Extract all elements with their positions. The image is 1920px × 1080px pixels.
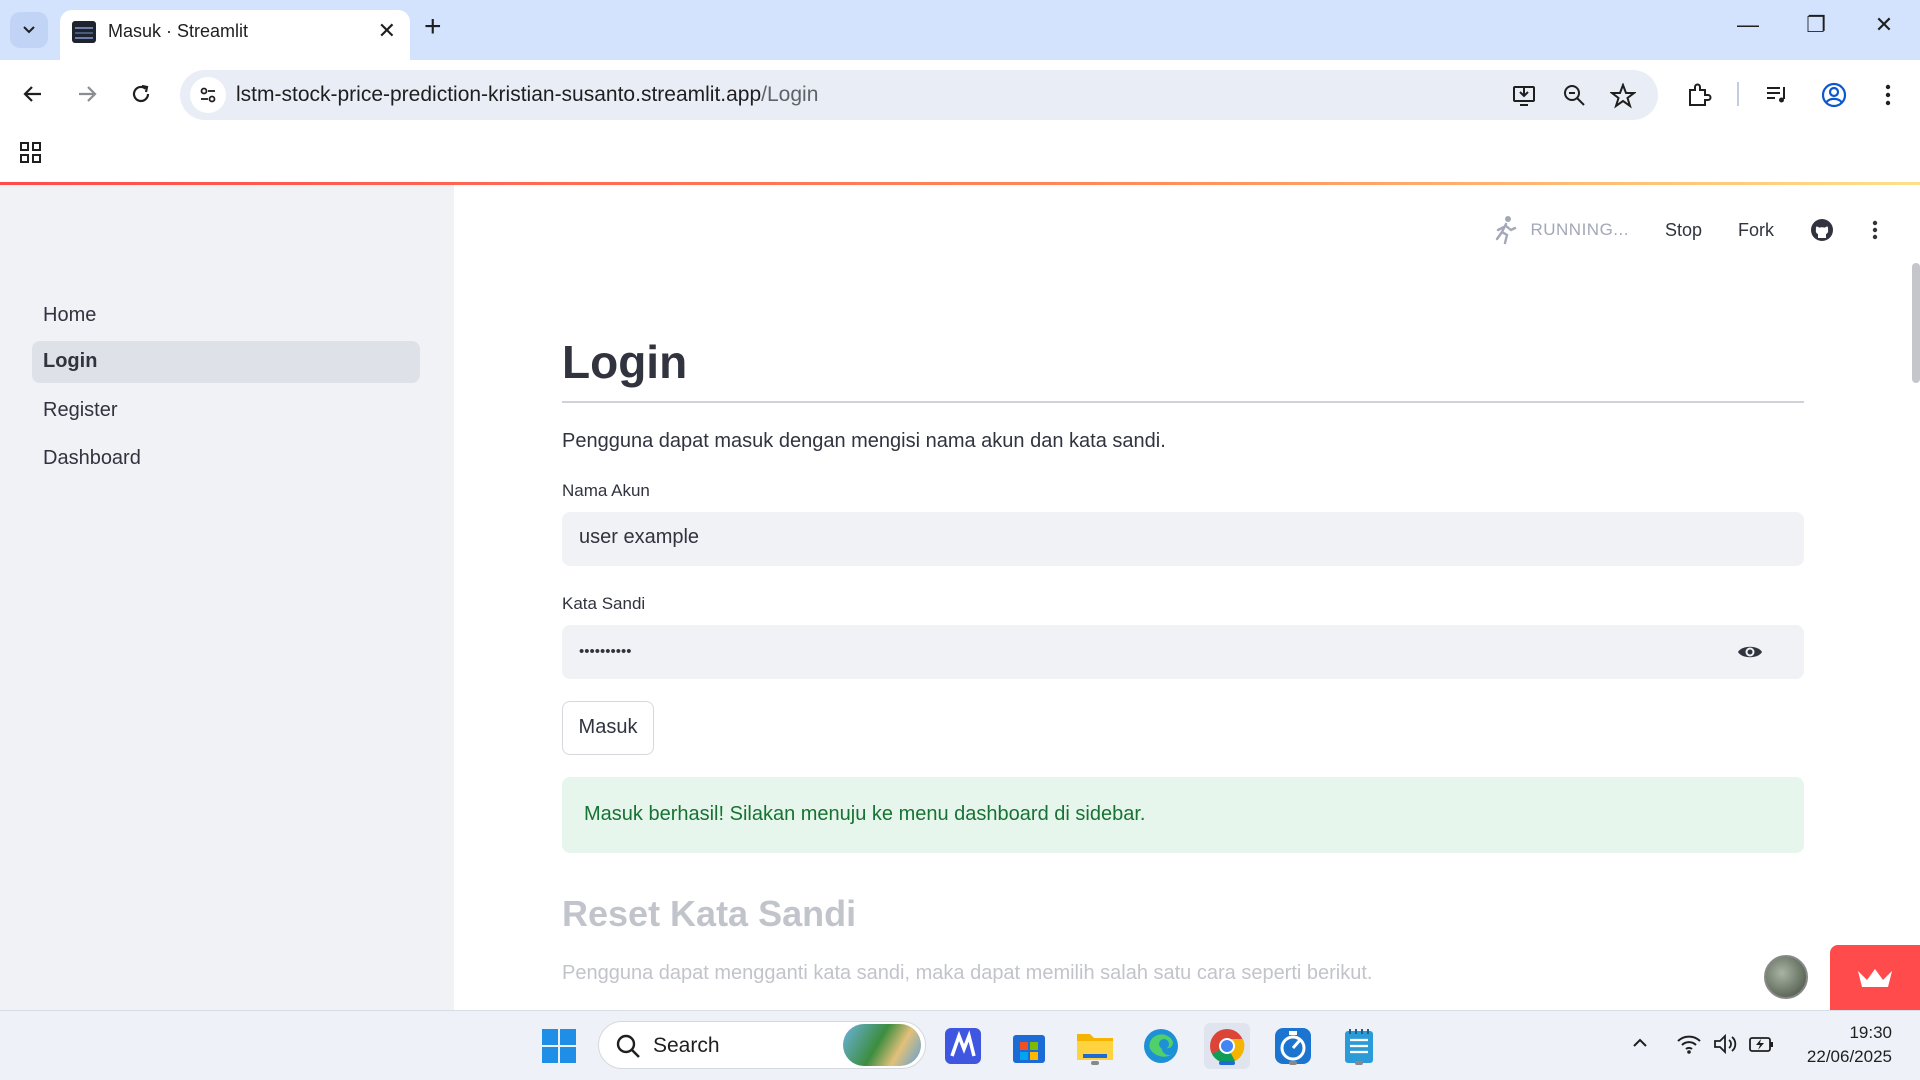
chevron-up-icon[interactable] [1630, 1033, 1650, 1053]
profile-icon[interactable] [1820, 81, 1848, 109]
wifi-icon[interactable] [1676, 1033, 1702, 1055]
site-info-icon[interactable] [190, 77, 226, 113]
username-field[interactable]: user example [562, 512, 1804, 566]
windows-start-icon[interactable] [536, 1023, 582, 1069]
media-control-icon[interactable] [1764, 82, 1790, 108]
sidebar-item-dashboard[interactable]: Dashboard [32, 438, 420, 480]
battery-charging-icon[interactable] [1748, 1033, 1776, 1055]
minimize-icon[interactable]: — [1728, 12, 1768, 38]
clock-time: 19:30 [1849, 1023, 1892, 1042]
notepad-icon[interactable] [1336, 1023, 1382, 1069]
bookmarks-bar [0, 128, 1920, 182]
forward-icon[interactable] [70, 77, 104, 111]
running-status: RUNNING... [1492, 215, 1629, 245]
reset-password-description: Pengguna dapat mengganti kata sandi, mak… [562, 962, 1373, 984]
streamlit-badge-button[interactable] [1830, 945, 1920, 1010]
username-value: user example [579, 526, 700, 548]
main-content: RUNNING... Stop Fork Login Pengguna dapa… [454, 185, 1920, 1010]
tab-search-button[interactable] [10, 12, 48, 48]
microsoft-store-icon[interactable] [1006, 1023, 1052, 1069]
extensions-icon[interactable] [1686, 82, 1712, 108]
github-icon[interactable] [1810, 218, 1834, 242]
app-menu-icon[interactable] [1870, 218, 1880, 242]
chrome-browser-icon[interactable] [1204, 1023, 1250, 1069]
install-app-icon[interactable] [1512, 83, 1538, 109]
active-indicator [1219, 1061, 1235, 1065]
taskbar: Search 19:30 22/06/2025 [0, 1010, 1920, 1080]
volume-icon[interactable] [1712, 1033, 1738, 1055]
restore-icon[interactable]: ❐ [1796, 12, 1836, 38]
browser-navbar: lstm-stock-price-prediction-kristian-sus… [0, 60, 1920, 128]
running-indicator [1091, 1061, 1099, 1065]
running-man-icon [1496, 216, 1517, 245]
running-indicator [1355, 1061, 1363, 1065]
speedometer-app-icon[interactable] [1270, 1023, 1316, 1069]
password-value: •••••••••• [579, 643, 632, 660]
url-path: /Login [761, 83, 819, 106]
file-explorer-icon[interactable] [1072, 1023, 1118, 1069]
sidebar-item-label: Register [43, 399, 118, 421]
system-clock[interactable]: 19:30 22/06/2025 [1807, 1021, 1892, 1069]
back-icon[interactable] [16, 77, 50, 111]
browser-menu-icon[interactable] [1876, 82, 1900, 108]
running-label: RUNNING... [1530, 220, 1629, 239]
zoom-icon[interactable] [1562, 83, 1588, 109]
sidebar-item-register[interactable]: Register [32, 390, 420, 432]
clock-date: 22/06/2025 [1806, 1047, 1892, 1066]
new-tab-icon[interactable]: + [424, 10, 442, 44]
scrollbar-thumb[interactable] [1912, 263, 1920, 383]
search-label: Search [653, 1034, 720, 1057]
login-submit-button[interactable]: Masuk [562, 701, 654, 755]
toolbar-divider [1737, 82, 1739, 106]
reset-password-heading: Reset Kata Sandi [562, 893, 857, 934]
browser-tabstrip: Masuk · Streamlit ✕ + — ❐ ✕ [0, 0, 1920, 60]
sidebar-item-label: Login [43, 350, 98, 372]
window-close-icon[interactable]: ✕ [1864, 12, 1904, 38]
sidebar-item-login[interactable]: Login [32, 341, 420, 383]
username-label: Nama Akun [562, 481, 650, 500]
search-highlight-image [843, 1024, 921, 1066]
address-bar[interactable]: lstm-stock-price-prediction-kristian-sus… [180, 70, 1658, 120]
taskbar-search[interactable]: Search [598, 1021, 926, 1069]
page-title: Login [562, 336, 688, 388]
search-icon [616, 1034, 640, 1058]
avatar[interactable] [1764, 955, 1808, 999]
sidebar-item-label: Dashboard [43, 447, 141, 469]
sidebar: Home Login Register Dashboard [0, 185, 454, 1010]
password-field[interactable]: •••••••••• [562, 625, 1804, 679]
reload-icon[interactable] [124, 77, 158, 111]
url-host: lstm-stock-price-prediction-kristian-sus… [236, 83, 762, 106]
crown-icon [1858, 969, 1892, 987]
apps-grid-icon[interactable] [18, 140, 44, 166]
url-text[interactable]: lstm-stock-price-prediction-kristian-sus… [236, 83, 818, 107]
app-header: RUNNING... Stop Fork [1492, 215, 1880, 245]
running-indicator [1289, 1061, 1297, 1065]
chevron-down-icon [23, 26, 35, 34]
tab-close-icon[interactable]: ✕ [378, 18, 396, 44]
sidebar-item-label: Home [43, 304, 97, 326]
show-password-eye-icon[interactable] [1736, 642, 1764, 662]
fork-button[interactable]: Fork [1738, 220, 1774, 241]
copilot-app-icon[interactable] [940, 1023, 986, 1069]
sidebar-item-home[interactable]: Home [32, 295, 420, 337]
stop-button[interactable]: Stop [1665, 220, 1702, 241]
edge-browser-icon[interactable] [1138, 1023, 1184, 1069]
browser-tab-active[interactable]: Masuk · Streamlit ✕ [60, 10, 410, 60]
tab-title: Masuk · Streamlit [108, 21, 249, 41]
page-description: Pengguna dapat masuk dengan mengisi nama… [562, 430, 1166, 452]
success-message: Masuk berhasil! Silakan menuju ke menu d… [584, 803, 1146, 825]
bookmark-star-icon[interactable] [1610, 83, 1636, 109]
title-divider [562, 401, 1804, 403]
success-alert: Masuk berhasil! Silakan menuju ke menu d… [562, 777, 1804, 853]
password-label: Kata Sandi [562, 594, 646, 613]
streamlit-favicon-icon [72, 21, 96, 43]
